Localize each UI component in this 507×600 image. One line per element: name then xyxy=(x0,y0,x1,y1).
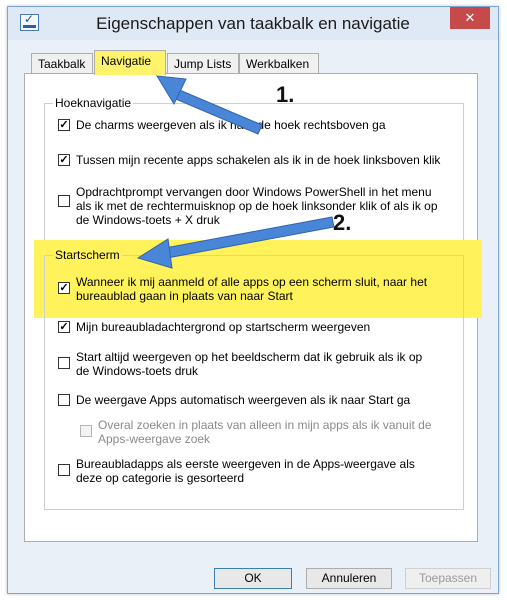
option-label-line1: Overal zoeken in plaats van alleen in mi… xyxy=(98,418,432,432)
checkbox[interactable] xyxy=(58,195,70,207)
option-label: De weergave Apps automatisch weergeven a… xyxy=(76,393,411,407)
tab-werkbalken[interactable]: Werkbalken xyxy=(239,53,319,74)
window-title: Eigenschappen van taakbalk en navigatie xyxy=(96,14,410,33)
close-button[interactable]: ✕ xyxy=(450,7,490,29)
checkbox[interactable] xyxy=(58,464,70,476)
option-switch-recent-apps[interactable]: Tussen mijn recente apps schakelen als i… xyxy=(58,153,478,169)
option-go-to-desktop[interactable]: Wanneer ik mij aanmeld of alle apps op e… xyxy=(58,275,478,305)
option-label: De charms weergeven als ik naar de hoek … xyxy=(76,118,386,132)
option-powershell[interactable]: Opdrachtprompt vervangen door Windows Po… xyxy=(58,185,478,229)
tab-jump-lists[interactable]: Jump Lists xyxy=(167,53,239,74)
option-label-line1: Bureaubladapps als eerste weergeven in d… xyxy=(76,457,415,471)
checkbox[interactable] xyxy=(58,357,70,369)
option-label-line1: Start altijd weergeven op het beeldscher… xyxy=(76,350,423,364)
checkbox[interactable] xyxy=(58,282,70,294)
option-show-charms[interactable]: De charms weergeven als ik naar de hoek … xyxy=(58,118,478,134)
cancel-button[interactable]: Annuleren xyxy=(306,568,392,589)
option-show-apps-view[interactable]: De weergave Apps automatisch weergeven a… xyxy=(58,393,478,409)
option-label-line1: Wanneer ik mij aanmeld of alle apps op e… xyxy=(76,275,428,289)
option-start-on-current-display[interactable]: Start altijd weergeven op het beeldscher… xyxy=(58,350,478,380)
checkbox xyxy=(80,425,92,437)
group-legend-startscherm: Startscherm xyxy=(53,248,122,262)
option-label-line3: de Windows-toets + X druk xyxy=(76,213,220,227)
checkbox[interactable] xyxy=(58,154,70,166)
option-search-everywhere: Overal zoeken in plaats van alleen in mi… xyxy=(80,418,470,448)
checkbox[interactable] xyxy=(58,321,70,333)
group-legend-hoeknavigatie: Hoeknavigatie xyxy=(53,96,134,110)
option-label-line2: bureaublad gaan in plaats van naar Start xyxy=(76,289,293,303)
apply-button: Toepassen xyxy=(405,568,491,589)
option-label-line2: de Windows-toets druk xyxy=(76,364,199,378)
option-label-line2: Apps-weergave zoek xyxy=(98,432,211,446)
option-label-line1: Opdrachtprompt vervangen door Windows Po… xyxy=(76,185,432,199)
option-label-line2: als ik met de rechtermuisknop op de hoek… xyxy=(76,199,438,213)
title-bar[interactable]: Eigenschappen van taakbalk en navigatie … xyxy=(8,7,498,40)
option-desktop-background[interactable]: Mijn bureaubladachtergrond op startscher… xyxy=(58,320,478,336)
checkbox[interactable] xyxy=(58,119,70,131)
option-label-line2: deze op categorie is gesorteerd xyxy=(76,471,245,485)
tab-taakbalk[interactable]: Taakbalk xyxy=(31,53,93,74)
ok-button[interactable]: OK xyxy=(214,568,292,589)
checkbox[interactable] xyxy=(58,394,70,406)
option-desktop-apps-first[interactable]: Bureaubladapps als eerste weergeven in d… xyxy=(58,457,478,487)
callout-number-1: 1. xyxy=(276,82,295,107)
callout-number-2: 2. xyxy=(333,210,352,235)
option-label: Tussen mijn recente apps schakelen als i… xyxy=(76,153,441,167)
option-label: Mijn bureaubladachtergrond op startscher… xyxy=(76,320,371,334)
tab-navigatie[interactable]: Navigatie xyxy=(94,50,166,75)
